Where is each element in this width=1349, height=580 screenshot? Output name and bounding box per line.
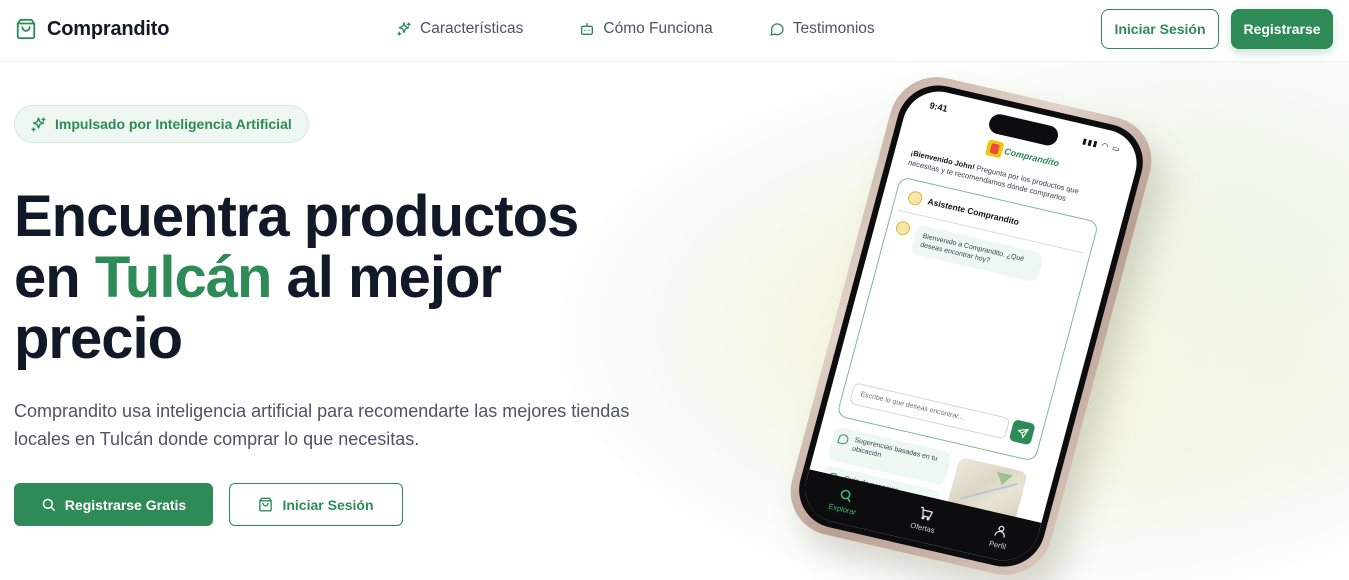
suggestion-label: Sugerencias basadas en tu ubicación bbox=[851, 436, 939, 463]
nav-link-label: Cómo Funciona bbox=[603, 20, 713, 37]
login-button[interactable]: Iniciar Sesión bbox=[1101, 9, 1219, 49]
phone-frame: 9:41 ▮▮▮ ◠ ▭ Comprandito ¡Bienvenido Joh… bbox=[780, 67, 1162, 580]
nav-link-como-funciona[interactable]: Cómo Funciona bbox=[579, 20, 713, 38]
nav-links: Características Cómo Funciona Testimonio… bbox=[396, 20, 875, 38]
assistant-chat-card: Asistente Comprandito Bienvenido a Compr… bbox=[836, 176, 1100, 462]
send-button[interactable] bbox=[1008, 419, 1036, 446]
app-logo-bag-icon bbox=[984, 139, 1005, 159]
chat-title: Asistente Comprandito bbox=[926, 196, 1021, 227]
phone-time: 9:41 bbox=[928, 100, 949, 114]
search-icon bbox=[840, 489, 851, 503]
bot-icon bbox=[581, 23, 594, 35]
bot-message-row: Bienvenido a Comprandito. ¿Qué deseas en… bbox=[890, 219, 1045, 283]
bot-message-bubble: Bienvenido a Comprandito. ¿Qué deseas en… bbox=[909, 224, 1045, 283]
user-icon bbox=[994, 525, 1006, 538]
top-navbar: Comprandito Características Cómo Funcion… bbox=[0, 0, 1349, 62]
search-icon bbox=[42, 498, 55, 511]
phone-bezel: 9:41 ▮▮▮ ◠ ▭ Comprandito ¡Bienvenido Joh… bbox=[790, 77, 1152, 575]
tab-explorar[interactable]: Explorar bbox=[827, 485, 861, 517]
phone-mockup: 9:41 ▮▮▮ ◠ ▭ Comprandito ¡Bienvenido Joh… bbox=[720, 60, 1180, 580]
nav-link-label: Testimonios bbox=[792, 20, 875, 37]
ai-badge: Impulsado por Inteligencia Artificial bbox=[14, 105, 309, 143]
nav-link-caracteristicas[interactable]: Características bbox=[396, 20, 523, 38]
ai-badge-label: Impulsado por Inteligencia Artificial bbox=[55, 116, 292, 132]
nav-link-testimonios[interactable]: Testimonios bbox=[769, 20, 875, 38]
chat-header: Asistente Comprandito bbox=[906, 189, 1021, 229]
shopping-bag-icon bbox=[16, 18, 36, 40]
app-logo-text: Comprandito bbox=[1003, 146, 1061, 169]
headline-accent: Tulcán bbox=[94, 245, 273, 310]
register-free-label: Registrarse Gratis bbox=[64, 496, 187, 513]
hero-login-button[interactable]: Iniciar Sesión bbox=[229, 483, 403, 526]
hero-login-label: Iniciar Sesión bbox=[282, 496, 374, 513]
tab-label: Perfil bbox=[988, 538, 1008, 552]
assistant-avatar-icon bbox=[906, 189, 924, 207]
message-circle-icon bbox=[770, 23, 784, 36]
sparkles-icon bbox=[397, 22, 411, 36]
tab-label: Ofertas bbox=[909, 520, 936, 535]
tab-perfil[interactable]: Perfil bbox=[988, 522, 1011, 551]
cart-icon bbox=[921, 506, 934, 521]
nav-link-label: Características bbox=[420, 20, 524, 37]
chat-input[interactable]: Escribe lo que deseas encontrar... bbox=[848, 382, 1011, 440]
send-icon bbox=[1017, 428, 1029, 438]
assistant-avatar-icon bbox=[894, 219, 912, 237]
register-free-button[interactable]: Registrarse Gratis bbox=[14, 483, 213, 526]
register-button[interactable]: Registrarse bbox=[1231, 9, 1333, 49]
tab-label: Explorar bbox=[827, 501, 858, 517]
map-pin-icon bbox=[837, 433, 850, 446]
phone-screen: 9:41 ▮▮▮ ◠ ▭ Comprandito ¡Bienvenido Joh… bbox=[797, 84, 1145, 568]
shopping-bag-icon bbox=[259, 497, 273, 512]
brand-logo[interactable]: Comprandito bbox=[15, 17, 169, 41]
brand-name: Comprandito bbox=[47, 17, 170, 40]
status-icons: ▮▮▮ ◠ ▭ bbox=[1081, 136, 1122, 155]
hero-headline: Encuentra productos en Tulcán al mejor p… bbox=[14, 186, 634, 369]
tab-ofertas[interactable]: Ofertas bbox=[909, 504, 940, 535]
sparkles-icon bbox=[31, 116, 46, 132]
hero-subtext: Comprandito usa inteligencia artificial … bbox=[14, 401, 630, 449]
